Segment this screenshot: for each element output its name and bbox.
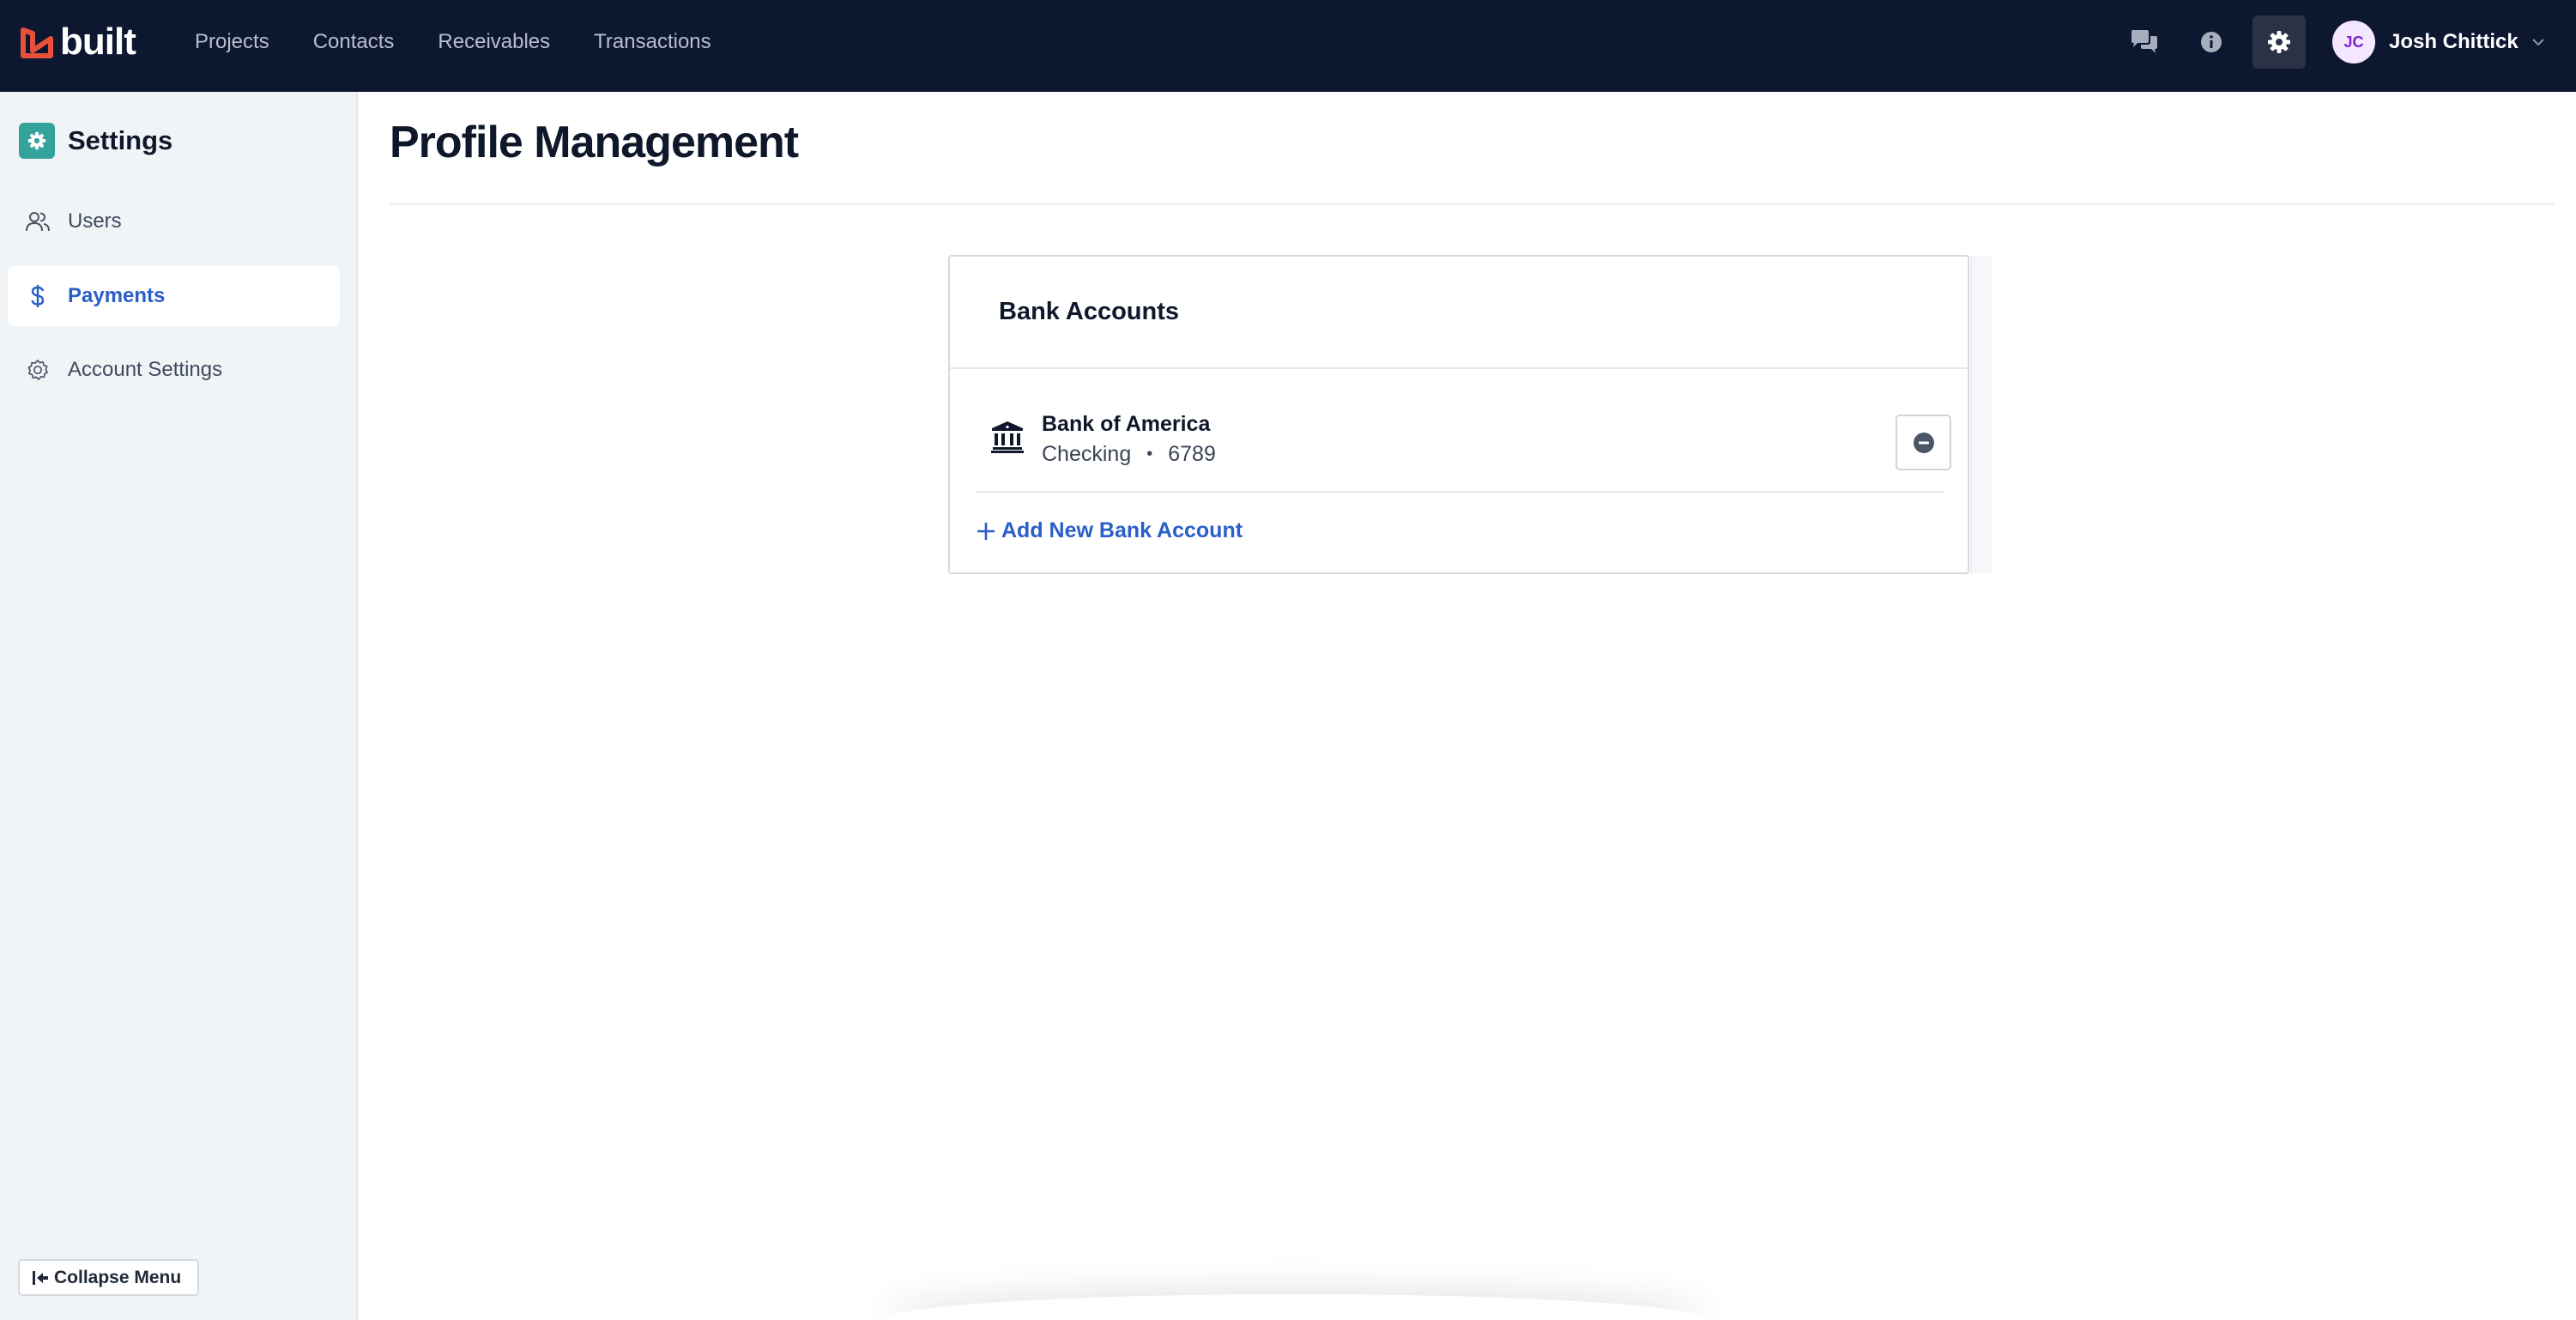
- add-bank-account-link[interactable]: Add New Bank Account: [976, 518, 1243, 543]
- avatar: JC: [2332, 21, 2375, 64]
- settings-button[interactable]: [2252, 15, 2306, 69]
- user-name: Josh Chittick: [2389, 30, 2519, 53]
- bank-name: Bank of America: [1042, 412, 1211, 436]
- account-type: Checking: [1042, 442, 1132, 466]
- user-menu[interactable]: JC Josh Chittick: [2332, 21, 2546, 64]
- gear-icon: [2268, 31, 2290, 53]
- main-nav: Projects Contacts Receivables Transactio…: [195, 0, 755, 84]
- users-icon: [25, 209, 51, 234]
- sidebar-header: Settings: [19, 123, 172, 159]
- plus-icon: [977, 522, 995, 540]
- add-bank-account-label: Add New Bank Account: [1001, 518, 1243, 542]
- nav-receivables[interactable]: Receivables: [438, 30, 550, 54]
- bank-icon: [991, 421, 1024, 453]
- card-side-panel: [1970, 256, 1992, 573]
- brand-logo[interactable]: built: [21, 23, 136, 61]
- account-last4: 6789: [1168, 442, 1216, 466]
- chat-button[interactable]: [2118, 15, 2171, 69]
- remove-bank-account-button[interactable]: [1896, 415, 1951, 470]
- gear-icon: [27, 131, 46, 150]
- bank-account-details: Checking • 6789: [1042, 442, 1216, 467]
- sidebar: Settings Users Payments Account Settings…: [0, 92, 358, 1320]
- bank-accounts-card: Bank Accounts Bank of America Checking •…: [948, 255, 1969, 574]
- built-logo-icon: [21, 27, 53, 58]
- collapse-menu-label: Collapse Menu: [54, 1267, 182, 1287]
- sidebar-item-payments[interactable]: Payments: [8, 266, 340, 326]
- dollar-icon: [25, 283, 51, 309]
- nav-transactions[interactable]: Transactions: [594, 30, 711, 54]
- sidebar-item-account-settings[interactable]: Account Settings: [8, 340, 340, 400]
- chevron-down-icon: [2531, 39, 2544, 46]
- card-title: Bank Accounts: [999, 298, 1180, 325]
- nav-contacts[interactable]: Contacts: [313, 30, 395, 54]
- bottom-shadow: [884, 1294, 1708, 1320]
- sidebar-item-users[interactable]: Users: [8, 191, 340, 251]
- top-bar: built Projects Contacts Receivables Tran…: [0, 0, 2576, 92]
- gear-icon: [25, 357, 51, 383]
- bank-account-row: Bank of America Checking • 6789: [976, 369, 1951, 493]
- sidebar-item-label: Account Settings: [68, 358, 223, 381]
- sidebar-title: Settings: [68, 125, 173, 155]
- separator-dot: •: [1146, 445, 1153, 463]
- page-title: Profile Management: [390, 118, 799, 167]
- settings-badge: [19, 123, 55, 159]
- brand-name: built: [60, 21, 136, 63]
- minus-circle-icon: [1913, 432, 1934, 453]
- info-button[interactable]: [2185, 15, 2238, 69]
- nav-projects[interactable]: Projects: [195, 30, 269, 54]
- collapse-menu-button[interactable]: Collapse Menu: [18, 1259, 199, 1296]
- sidebar-item-label: Users: [68, 209, 122, 233]
- divider: [390, 203, 2554, 205]
- sidebar-item-label: Payments: [68, 284, 166, 307]
- collapse-left-icon: [33, 1270, 48, 1285]
- chat-icon: [2132, 30, 2157, 53]
- info-icon: [2201, 32, 2222, 52]
